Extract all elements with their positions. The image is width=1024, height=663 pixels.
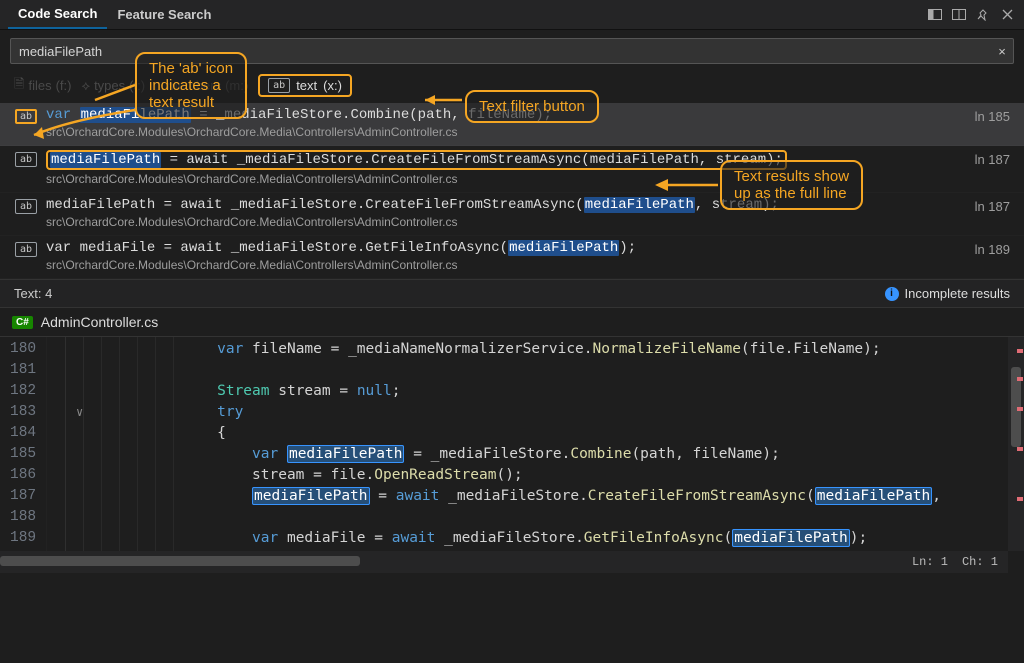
horizontal-scrollbar[interactable]: Ln: 1 Ch: 1 — [0, 551, 1008, 573]
fold-chevron-icon[interactable]: ∨ — [76, 403, 83, 424]
file-icon: 🗎 — [14, 75, 24, 97]
annotation-full-line: Text results show up as the full line — [720, 160, 863, 210]
filter-text-shortcut: (x:) — [323, 78, 342, 93]
clear-search-icon[interactable]: × — [991, 44, 1013, 59]
close-panel-icon[interactable] — [998, 8, 1016, 22]
csharp-badge-icon: C# — [12, 316, 33, 329]
annotation-ab-icon: The 'ab' icon indicates a text result — [135, 52, 247, 119]
result-line: ln 189 — [950, 240, 1010, 257]
search-result[interactable]: ab var mediaFile = await _mediaFileStore… — [0, 236, 1024, 279]
result-line: ln 187 — [950, 150, 1010, 167]
tab-feature-search[interactable]: Feature Search — [107, 1, 221, 28]
text-count: Text: 4 — [14, 286, 52, 301]
dock-left-icon[interactable] — [926, 8, 944, 22]
scroll-thumb[interactable] — [0, 556, 360, 566]
scroll-marker — [1017, 377, 1023, 381]
line-gutter: 180181182183184185186187188189190 — [0, 337, 47, 573]
ab-icon: ab — [15, 152, 37, 167]
vertical-scrollbar[interactable] — [1008, 337, 1024, 551]
ab-icon: ab — [15, 199, 37, 214]
filter-text-label: text — [296, 78, 317, 93]
pin-icon[interactable] — [974, 8, 992, 22]
indent-guides — [47, 337, 217, 573]
annotation-text-filter: Text filter button — [465, 90, 599, 123]
filter-files-label: files — [28, 78, 51, 93]
incomplete-label: Incomplete results — [905, 286, 1011, 301]
tab-code-search[interactable]: Code Search — [8, 0, 107, 29]
result-line: ln 185 — [950, 107, 1010, 124]
filter-text[interactable]: ab text (x:) — [258, 74, 352, 97]
type-icon: ⟡ — [81, 78, 90, 94]
search-result[interactable]: ab mediaFilePath = await _mediaFileStore… — [0, 193, 1024, 236]
editor-filename: AdminController.cs — [41, 314, 159, 330]
scroll-marker — [1017, 447, 1023, 451]
result-path: src\OrchardCore.Modules\OrchardCore.Medi… — [46, 125, 942, 139]
result-path: src\OrchardCore.Modules\OrchardCore.Medi… — [46, 258, 942, 272]
status-line: Ln: 1 — [912, 552, 948, 573]
ab-icon: ab — [15, 242, 37, 257]
result-line: ln 187 — [950, 197, 1010, 214]
search-tabs: Code Search Feature Search — [0, 0, 1024, 30]
incomplete-results[interactable]: i Incomplete results — [885, 286, 1011, 301]
filter-files-shortcut: (f:) — [56, 78, 72, 93]
editor-preview: 180181182183184185186187188189190 ∨ var … — [0, 337, 1024, 573]
dock-split-icon[interactable] — [950, 8, 968, 22]
filter-types-label: types — [94, 78, 125, 93]
editor-code[interactable]: var fileName = _mediaNameNormalizerServi… — [217, 337, 1024, 573]
result-code: var mediaFile = await _mediaFileStore.Ge… — [46, 240, 942, 256]
scroll-marker — [1017, 497, 1023, 501]
filter-files[interactable]: 🗎 files (f:) — [14, 75, 71, 97]
results-summary: Text: 4 i Incomplete results — [0, 279, 1024, 308]
scroll-marker — [1017, 407, 1023, 411]
result-path: src\OrchardCore.Modules\OrchardCore.Medi… — [46, 215, 942, 229]
results-list: ab var mediaFilePath = _mediaFileStore.C… — [0, 103, 1024, 279]
ab-icon: ab — [15, 109, 37, 124]
info-icon: i — [885, 287, 899, 301]
scroll-marker — [1017, 349, 1023, 353]
ab-icon: ab — [268, 78, 290, 93]
search-result[interactable]: ab mediaFilePath = await _mediaFileStore… — [0, 146, 1024, 193]
editor-header: C# AdminController.cs — [0, 308, 1024, 337]
status-col: Ch: 1 — [962, 552, 998, 573]
